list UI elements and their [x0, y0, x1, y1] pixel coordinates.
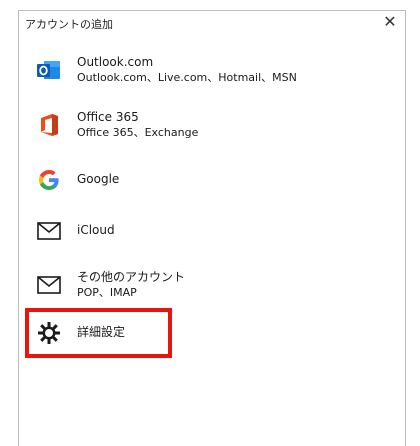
account-item-other[interactable]: その他のアカウント POP、IMAP [19, 263, 405, 307]
account-name: Outlook.com [77, 55, 154, 69]
dialog-title: アカウントの追加 [25, 18, 113, 31]
account-name: Office 365 [77, 110, 139, 124]
office-365-icon [35, 111, 63, 139]
close-button[interactable]: ✕ [375, 11, 405, 35]
account-name: iCloud [77, 223, 115, 237]
account-name: その他のアカウント [77, 270, 186, 284]
highlight-box [25, 308, 172, 358]
account-name: Google [77, 172, 120, 186]
close-icon: ✕ [383, 12, 397, 31]
account-description: Outlook.com、Live.com、Hotmail、MSN [77, 71, 297, 84]
account-description: POP、IMAP [77, 286, 137, 299]
account-item-office-365[interactable]: Office 365 Office 365、Exchange [19, 103, 405, 147]
outlook-icon [35, 56, 63, 84]
account-description: Office 365、Exchange [77, 126, 199, 139]
account-item-outlook[interactable]: Outlook.com Outlook.com、Live.com、Hotmail… [19, 48, 405, 92]
title-bar: アカウントの追加 ✕ [19, 11, 405, 35]
account-item-google[interactable]: Google [19, 158, 405, 202]
mail-envelope-icon [35, 271, 63, 299]
account-item-icloud[interactable]: iCloud [19, 209, 405, 253]
google-icon [35, 166, 63, 194]
add-account-dialog: アカウントの追加 ✕ Outlook.com Outlook.com、Live.… [18, 10, 406, 446]
mail-envelope-icon [35, 217, 63, 245]
